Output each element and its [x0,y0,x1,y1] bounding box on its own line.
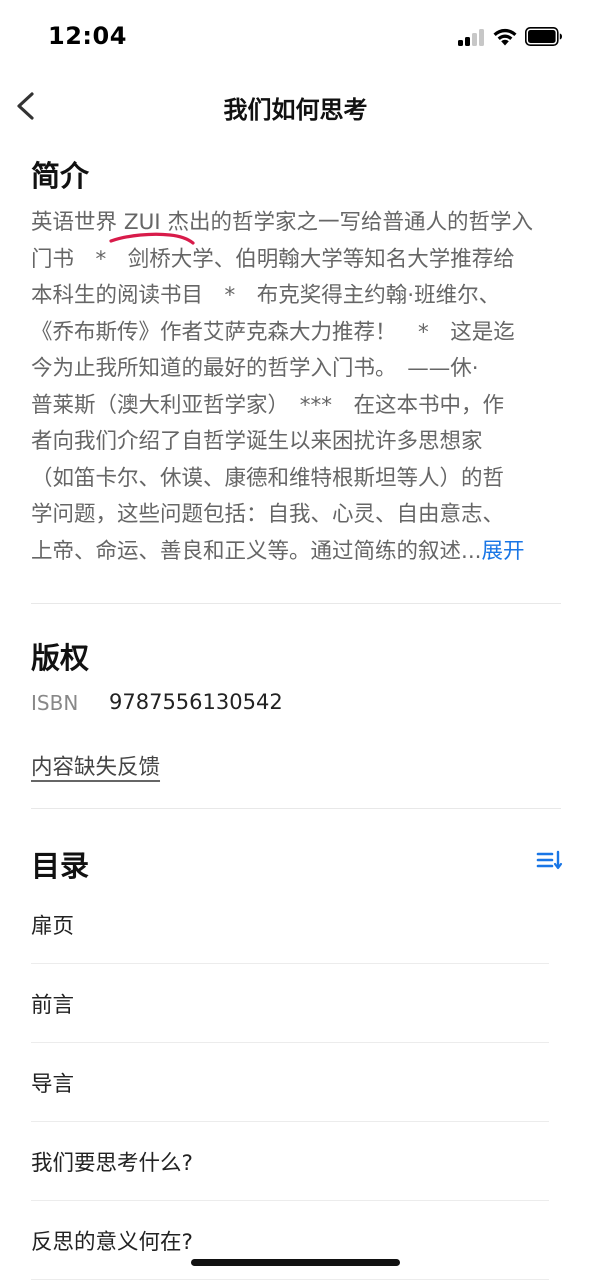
status-time: 12:04 [48,22,127,50]
book-detail-page: 12:04 我们如何思考 简介 英语世界 ZUI 杰出的哲学家之一写给普通人的哲… [0,0,591,1280]
expand-link[interactable]: 展开 [482,539,525,564]
isbn-label: ISBN [31,691,79,715]
divider [31,808,561,809]
intro-line: 今为止我所知道的最好的哲学入门书。 ——休· [31,356,479,381]
toc-list: 扉页 前言 导言 我们要思考什么? 反思的意义何在? [31,885,549,1280]
status-bar: 12:04 [0,0,591,76]
sort-list-icon[interactable] [534,847,564,873]
intro-line: 学问题，这些问题包括：自我、心灵、自由意志、 [31,502,505,527]
page-title: 我们如何思考 [223,96,368,124]
wifi-icon [493,28,517,46]
intro-line: 《乔布斯传》作者艾萨克森大力推荐！ * 这是迄 [31,319,515,345]
toc-item-label: 反思的意义何在? [31,1230,193,1255]
intro-line: 者向我们介绍了自哲学诞生以来困扰许多思想家 [31,429,483,454]
intro-last-line: 上帝、命运、善良和正义等。通过简练的叙述...展开 [31,534,563,571]
intro-line: 门书 * 剑桥大学、伯明翰大学等知名大学推荐给 [31,246,515,272]
intro-line: 本科生的阅读书目 * 布克奖得主约翰·班维尔、 [31,283,501,308]
intro-line: 普莱斯（澳大利亚哲学家） *** 在这本书中，作 [31,392,505,418]
intro-heading: 简介 [31,159,90,193]
copyright-heading: 版权 [31,641,90,675]
toc-item[interactable]: 我们要思考什么? [31,1122,549,1201]
toc-item[interactable]: 前言 [31,964,549,1043]
intro-line: （如笛卡尔、休谟、康德和维特根斯坦等人）的哲 [31,465,505,491]
intro-line: 英语世界 ZUI 杰出的哲学家之一写给普通人的哲学入 [31,210,533,235]
content-feedback-link[interactable]: 内容缺失反馈 [31,750,160,781]
toc-heading: 目录 [31,849,90,883]
toc-item-label: 扉页 [31,914,75,939]
toc-item[interactable]: 反思的意义何在? [31,1201,549,1280]
toc-item[interactable]: 导言 [31,1043,549,1122]
intro-line: 上帝、命运、善良和正义等。通过简练的叙述... [31,538,482,564]
cellular-signal-icon [458,28,486,46]
home-indicator[interactable] [191,1259,400,1266]
isbn-value: 9787556130542 [109,690,283,714]
toc-item-label: 前言 [31,993,75,1018]
intro-text: 英语世界 ZUI 杰出的哲学家之一写给普通人的哲学入 门书 * 剑桥大学、伯明翰… [31,205,563,570]
nav-bar: 我们如何思考 [0,76,591,136]
toc-item-label: 我们要思考什么? [31,1151,193,1176]
toc-item[interactable]: 扉页 [31,885,549,964]
divider [31,603,561,604]
toc-item-label: 导言 [31,1072,75,1097]
battery-icon [525,27,562,46]
